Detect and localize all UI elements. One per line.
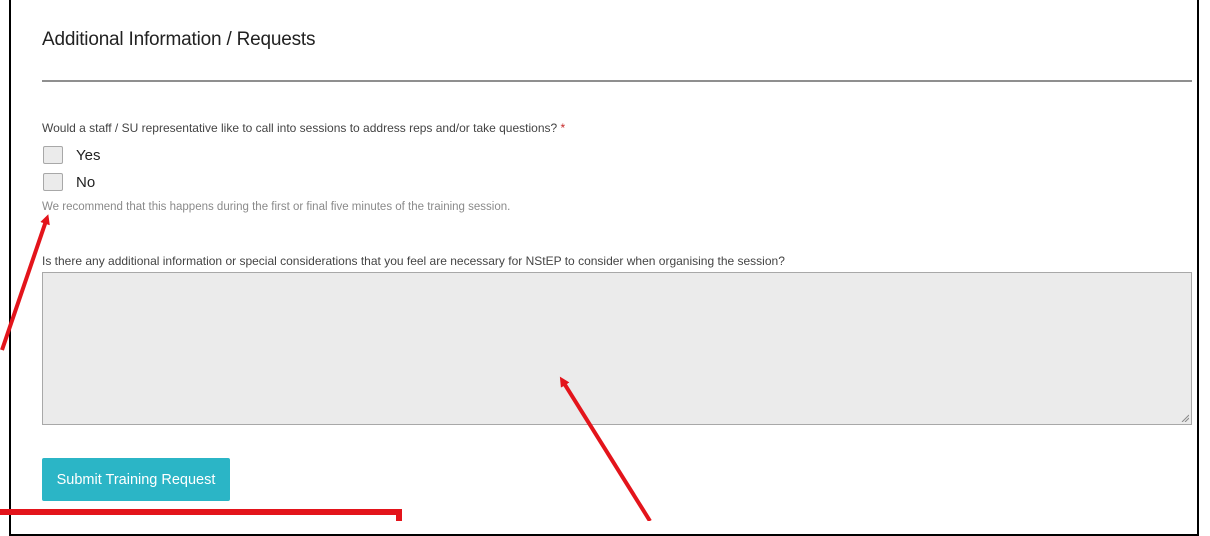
annotation-overlay bbox=[0, 214, 652, 521]
annotation-box bbox=[0, 509, 402, 521]
annotation-arrow-left bbox=[0, 214, 50, 351]
annotation-arrow-right bbox=[559, 376, 652, 521]
